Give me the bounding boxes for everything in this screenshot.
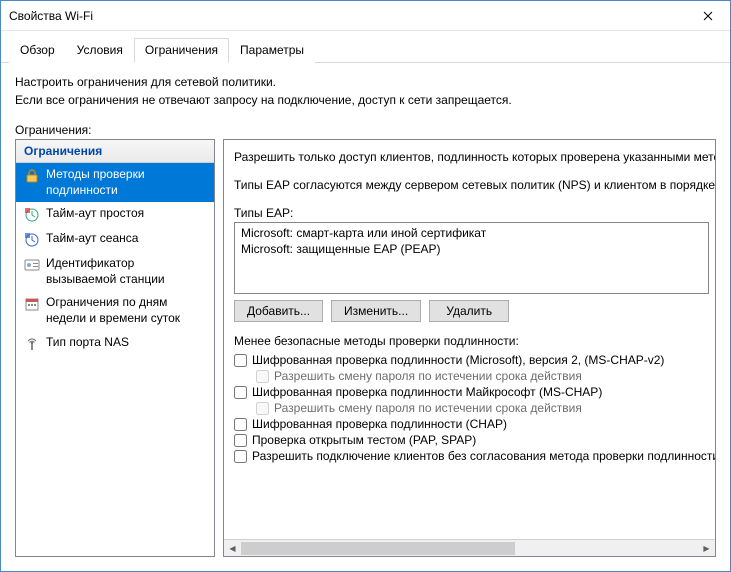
scroll-track[interactable] xyxy=(241,540,698,556)
tabstrip: Обзор Условия Ограничения Параметры xyxy=(1,31,730,63)
eap-order-text: Типы EAP согласуются между сервером сете… xyxy=(234,178,709,192)
sidebar-item-idle-timeout[interactable]: Тайм-аут простоя xyxy=(16,202,214,227)
tab-content: Настроить ограничения для сетевой полити… xyxy=(1,63,730,571)
scroll-thumb[interactable] xyxy=(241,542,515,555)
check-chap-label: Шифрованная проверка подлинности (CHAP) xyxy=(252,417,507,431)
check-mschapv2-row: Шифрованная проверка подлинности (Micros… xyxy=(234,352,709,368)
sidebar-item-nas-port-type[interactable]: Тип порта NAS xyxy=(16,331,214,356)
close-button[interactable] xyxy=(685,1,730,30)
instructions-line2: Если все ограничения не отвечают запросу… xyxy=(15,91,716,109)
tab-conditions[interactable]: Условия xyxy=(66,38,134,63)
sidebar-item-session-timeout[interactable]: Тайм-аут сеанса xyxy=(16,227,214,252)
allow-clients-text: Разрешить только доступ клиентов, подлин… xyxy=(234,150,709,164)
wifi-properties-dialog: Свойства Wi-Fi Обзор Условия Ограничения… xyxy=(0,0,731,572)
check-pap-row: Проверка открытым тестом (PAP, SPAP) xyxy=(234,432,709,448)
detail-scroll-area: Разрешить только доступ клиентов, подлин… xyxy=(224,140,715,539)
check-noauth-row: Разрешить подключение клиентов без согла… xyxy=(234,448,709,464)
sidebar-item-label: Идентификатор вызываемой станции xyxy=(46,256,206,287)
check-mschapv2-pwchange-label: Разрешить смену пароля по истечении срок… xyxy=(274,369,582,383)
sidebar-item-label: Тайм-аут сеанса xyxy=(46,231,138,247)
tab-settings[interactable]: Параметры xyxy=(229,38,315,63)
constraints-list: Ограничения Методы проверки подлинности … xyxy=(15,139,215,557)
edit-button[interactable]: Изменить... xyxy=(331,300,421,322)
constraints-label: Ограничения: xyxy=(15,123,716,137)
sidebar-item-day-time-restrictions[interactable]: Ограничения по дням недели и времени сут… xyxy=(16,291,214,330)
eap-types-listbox[interactable]: Microsoft: смарт-карта или иной сертифик… xyxy=(234,222,709,294)
instructions-line1: Настроить ограничения для сетевой полити… xyxy=(15,73,716,91)
check-pap-label: Проверка открытым тестом (PAP, SPAP) xyxy=(252,433,476,447)
detail-panel: Разрешить только доступ клиентов, подлин… xyxy=(223,139,716,557)
eap-types-label: Типы EAP: xyxy=(234,206,709,220)
instructions: Настроить ограничения для сетевой полити… xyxy=(15,73,716,109)
titlebar: Свойства Wi-Fi xyxy=(1,1,730,31)
id-card-icon xyxy=(24,257,40,273)
remove-button[interactable]: Удалить xyxy=(429,300,509,322)
check-mschapv2-label: Шифрованная проверка подлинности (Micros… xyxy=(252,353,664,367)
eap-list-item[interactable]: Microsoft: смарт-карта или иной сертифик… xyxy=(237,225,706,241)
check-mschap-pwchange-label: Разрешить смену пароля по истечении срок… xyxy=(274,401,582,415)
check-mschapv2-pwchange-row: Разрешить смену пароля по истечении срок… xyxy=(234,368,709,384)
window-title: Свойства Wi-Fi xyxy=(9,9,685,23)
eap-buttons: Добавить... Изменить... Удалить xyxy=(234,300,709,322)
arrow-right-icon: ▶ xyxy=(703,544,709,553)
sidebar-item-label: Методы проверки подлинности xyxy=(46,167,206,198)
scroll-left-button[interactable]: ◀ xyxy=(224,540,241,556)
eap-list-item[interactable]: Microsoft: защищенные EAP (PEAP) xyxy=(237,241,706,257)
tab-constraints[interactable]: Ограничения xyxy=(134,38,229,63)
horizontal-scrollbar[interactable]: ◀ ▶ xyxy=(224,539,715,556)
sidebar-item-label: Ограничения по дням недели и времени сут… xyxy=(46,295,206,326)
check-mschapv2[interactable] xyxy=(234,354,247,367)
clock-session-icon xyxy=(24,232,40,248)
arrow-left-icon: ◀ xyxy=(229,544,235,553)
check-noauth-label: Разрешить подключение клиентов без согла… xyxy=(252,449,715,463)
check-mschap[interactable] xyxy=(234,386,247,399)
check-noauth[interactable] xyxy=(234,450,247,463)
check-chap-row: Шифрованная проверка подлинности (CHAP) xyxy=(234,416,709,432)
check-mschap-pwchange xyxy=(256,402,269,415)
sidebar-item-label: Тип порта NAS xyxy=(46,335,129,351)
check-mschap-label: Шифрованная проверка подлинности Майкрос… xyxy=(252,385,602,399)
check-chap[interactable] xyxy=(234,418,247,431)
clock-idle-icon xyxy=(24,207,40,223)
lock-icon xyxy=(24,168,40,184)
tab-overview[interactable]: Обзор xyxy=(9,38,66,63)
sidebar-item-called-station-id[interactable]: Идентификатор вызываемой станции xyxy=(16,252,214,291)
add-button[interactable]: Добавить... xyxy=(234,300,323,322)
check-mschap-row: Шифрованная проверка подлинности Майкрос… xyxy=(234,384,709,400)
main-split: Ограничения Методы проверки подлинности … xyxy=(15,139,716,557)
constraints-list-header: Ограничения xyxy=(16,140,214,163)
check-mschapv2-pwchange xyxy=(256,370,269,383)
check-pap[interactable] xyxy=(234,434,247,447)
sidebar-item-auth-methods[interactable]: Методы проверки подлинности xyxy=(16,163,214,202)
less-secure-label: Менее безопасные методы проверки подлинн… xyxy=(234,334,709,348)
sidebar-item-label: Тайм-аут простоя xyxy=(46,206,144,222)
scroll-right-button[interactable]: ▶ xyxy=(698,540,715,556)
close-icon xyxy=(703,11,713,21)
antenna-icon xyxy=(24,336,40,352)
check-mschap-pwchange-row: Разрешить смену пароля по истечении срок… xyxy=(234,400,709,416)
calendar-icon xyxy=(24,296,40,312)
